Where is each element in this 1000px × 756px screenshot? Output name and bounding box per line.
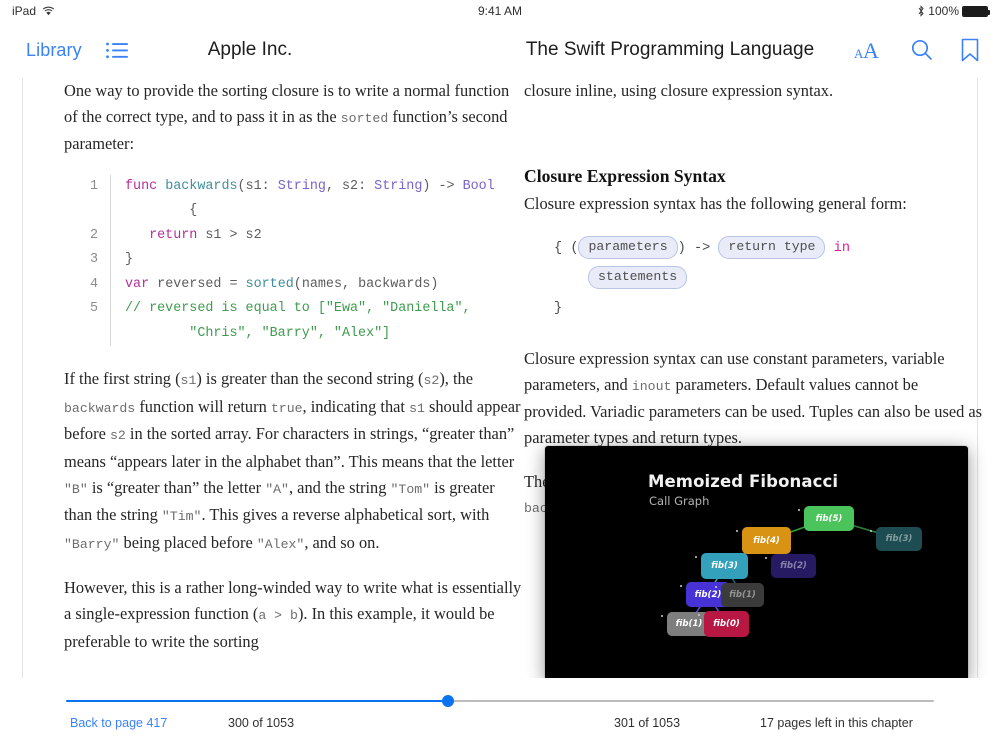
- toolbar-right-group: A A: [854, 38, 980, 63]
- pill-return-type: return type: [718, 236, 825, 259]
- inline-code: sorted: [341, 111, 388, 126]
- graph-node-marker: [715, 586, 717, 588]
- code-text: var reversed = sorted(names, backwards): [111, 273, 438, 298]
- form-line-3: }: [554, 294, 984, 324]
- text-size-aA-icon[interactable]: A A: [854, 38, 884, 62]
- paragraph: One way to provide the sorting closure i…: [64, 78, 524, 157]
- keyword-in: in: [834, 241, 850, 256]
- clock: 9:41 AM: [0, 4, 1000, 18]
- page-scrubber[interactable]: [66, 694, 934, 708]
- graph-node-marker: [798, 509, 800, 511]
- search-icon[interactable]: [910, 38, 934, 62]
- graph-node-marker: [661, 615, 663, 617]
- form-prefix: { (: [554, 241, 578, 256]
- code-listing: 1 func backwards(s1: String, s2: String)…: [84, 175, 524, 347]
- line-number: 4: [84, 273, 110, 298]
- code-line: 2 return s1 > s2: [84, 224, 524, 249]
- left-page: One way to provide the sorting closure i…: [64, 78, 524, 678]
- right-page-number: 301 of 1053: [614, 716, 680, 730]
- line-number: 5: [84, 297, 110, 346]
- code-text: func backwards(s1: String, s2: String) -…: [111, 175, 495, 224]
- pill-statements: statements: [588, 266, 687, 289]
- graph-node-fib3a: fib(3): [701, 553, 748, 579]
- paragraph: closure inline, using closure expression…: [524, 78, 984, 104]
- pill-parameters: parameters: [578, 236, 677, 259]
- bluetooth-icon: [917, 5, 925, 17]
- scrubber-fill: [66, 700, 448, 702]
- status-bar-right: 100%: [917, 4, 988, 18]
- code-line: 3 }: [84, 248, 524, 273]
- paragraph: However, this is a rather long-winded wa…: [64, 575, 524, 654]
- line-number: 1: [84, 175, 110, 224]
- left-page-number: 300 of 1053: [228, 716, 294, 730]
- battery-full-icon: [962, 6, 988, 17]
- ibooks-reader-window: iPad 9:41 AM 100% Library: [0, 0, 1000, 756]
- paragraph: If the first string (s1) is greater than…: [64, 366, 524, 557]
- line-number: 2: [84, 224, 110, 249]
- graph-node-marker: [680, 585, 682, 587]
- video-overlay-panel[interactable]: Memoized Fibonacci Call Graph fib(5)fib(…: [545, 446, 968, 682]
- code-line: 5 // reversed is equal to ["Ewa", "Danie…: [84, 297, 524, 346]
- graph-node-marker: [870, 530, 872, 532]
- graph-node-fib1b: fib(1): [721, 583, 764, 607]
- chapter-remaining-label: 17 pages left in this chapter: [760, 716, 913, 730]
- bookmark-icon[interactable]: [960, 38, 980, 63]
- scrubber-thumb[interactable]: [442, 695, 454, 707]
- graph-node-fib5: fib(5): [804, 506, 854, 531]
- bottom-bar: Back to page 417 300 of 1053 301 of 1053…: [0, 678, 1000, 756]
- syntax-form-block: { (parameters) -> return type in stateme…: [554, 234, 984, 324]
- form-line-2: statements: [554, 264, 984, 294]
- graph-node-fib4: fib(4): [742, 527, 791, 554]
- right-page-title: The Swift Programming Language: [420, 39, 920, 61]
- graph-node-fib0: fib(0): [704, 611, 749, 637]
- reader-toolbar: Library Apple Inc. The Swift Programming…: [0, 22, 1000, 78]
- paragraph: Closure expression syntax has the follow…: [524, 191, 984, 217]
- bottom-labels: Back to page 417 300 of 1053 301 of 1053…: [0, 716, 1000, 740]
- call-graph: [545, 446, 968, 682]
- graph-node-fib2b: fib(2): [771, 554, 816, 578]
- line-number: 3: [84, 248, 110, 273]
- status-bar: iPad 9:41 AM 100%: [0, 0, 1000, 22]
- graph-node-marker: [695, 556, 697, 558]
- graph-node-fib3b: fib(3): [876, 527, 922, 551]
- battery-percent: 100%: [928, 4, 959, 18]
- paragraph: Closure expression syntax can use consta…: [524, 346, 984, 450]
- code-line: 4 var reversed = sorted(names, backwards…: [84, 273, 524, 298]
- code-text: return s1 > s2: [111, 224, 262, 249]
- code-text: // reversed is equal to ["Ewa", "Daniell…: [111, 297, 471, 346]
- graph-node-marker: [765, 557, 767, 559]
- graph-node-marker: [698, 614, 700, 616]
- back-to-page-link[interactable]: Back to page 417: [70, 716, 167, 730]
- code-line: 1 func backwards(s1: String, s2: String)…: [84, 175, 524, 224]
- code-text: }: [111, 248, 133, 273]
- form-mid: ) ->: [678, 241, 719, 256]
- form-line-1: { (parameters) -> return type in: [554, 234, 984, 264]
- section-heading: Closure Expression Syntax: [524, 166, 984, 187]
- svg-text:A: A: [863, 38, 879, 62]
- graph-node-marker: [736, 530, 738, 532]
